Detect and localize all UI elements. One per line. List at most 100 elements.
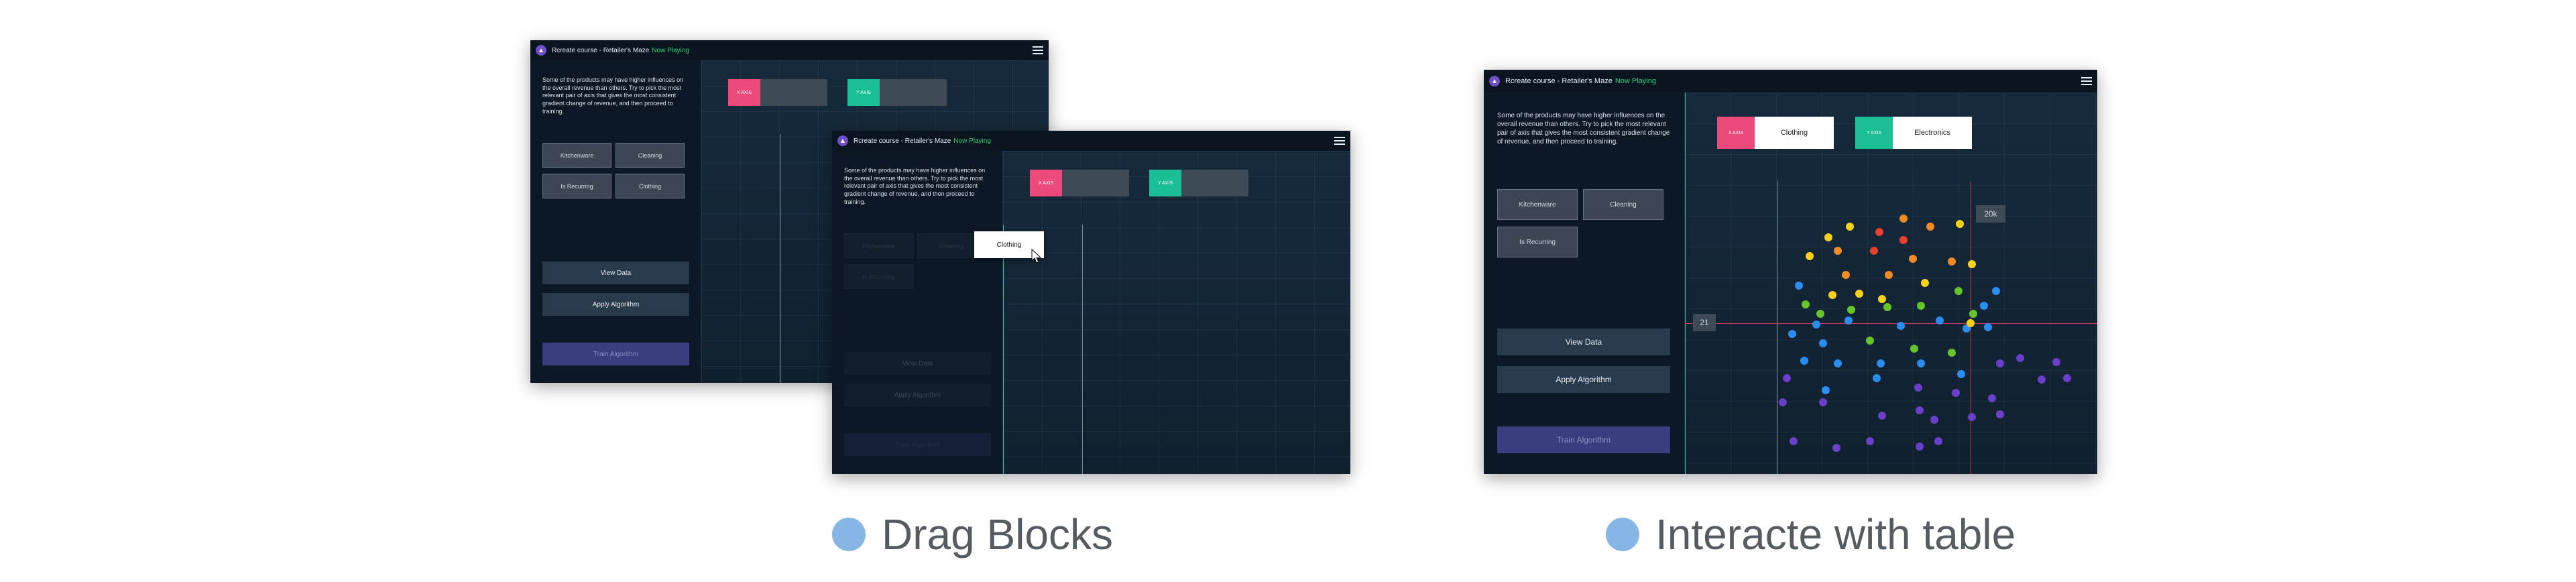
factor-cleaning[interactable]: Cleaning bbox=[616, 143, 685, 168]
scatter-point bbox=[1968, 260, 1976, 268]
scatter-point bbox=[1926, 223, 1934, 231]
scatter-point bbox=[1916, 406, 1924, 414]
y-axis-dropzone[interactable] bbox=[880, 79, 947, 106]
scatter-point bbox=[1828, 291, 1836, 299]
factor-is-recurring[interactable]: Is Recurring bbox=[542, 174, 611, 198]
y-axis-slot[interactable]: Y AXIS bbox=[847, 79, 947, 106]
view-data-button[interactable]: View Data bbox=[844, 352, 991, 375]
y-axis-tag: Y AXIS bbox=[1149, 170, 1181, 196]
scatter-point bbox=[1980, 302, 1988, 310]
scatter-point bbox=[1967, 319, 1975, 327]
top-bar: Rcreate course - Retailer's Maze Now Pla… bbox=[832, 131, 1350, 151]
y-axis-tag: Y AXIS bbox=[847, 79, 880, 106]
scatter-point bbox=[2052, 358, 2060, 366]
now-playing-status: Now Playing bbox=[1615, 77, 1656, 85]
cursor-icon bbox=[1031, 249, 1042, 264]
factor-is-recurring[interactable]: Is Recurring bbox=[844, 264, 913, 289]
chart-area: X AXIS Y AXIS bbox=[1003, 151, 1350, 474]
scatter-point bbox=[1934, 437, 1942, 445]
axis-line-teal bbox=[1003, 225, 1004, 474]
menu-icon[interactable] bbox=[2081, 77, 2092, 85]
scatter-point bbox=[1984, 323, 1992, 331]
scatter-point bbox=[1996, 359, 2004, 367]
intro-text: Some of the products may have higher inf… bbox=[542, 76, 684, 115]
x-axis-slot[interactable]: X AXIS bbox=[1030, 170, 1129, 196]
top-bar: Rcreate course - Retailer's Maze Now Pla… bbox=[530, 40, 1049, 60]
factor-kitchenware[interactable]: Kitchenware bbox=[542, 143, 611, 168]
scatter-point bbox=[1870, 247, 1878, 255]
scatter-point bbox=[2038, 375, 2046, 384]
scatter-point bbox=[1969, 310, 1977, 318]
factor-kitchenware[interactable]: Kitchenware bbox=[844, 233, 913, 258]
scatter-point bbox=[1834, 359, 1842, 367]
scatter-point bbox=[1816, 310, 1824, 318]
now-playing-status: Now Playing bbox=[953, 137, 991, 145]
scatter-point bbox=[1845, 316, 1853, 325]
apply-algorithm-button[interactable]: Apply Algorithm bbox=[1497, 366, 1670, 393]
intro-text: Some of the products may have higher inf… bbox=[1497, 112, 1670, 146]
caption-interact-table: Interacte with table bbox=[1606, 510, 2015, 559]
factor-cleaning[interactable]: Cleaning bbox=[1583, 189, 1663, 220]
scatter-point bbox=[1910, 345, 1918, 353]
train-algorithm-button[interactable]: Train Algorithm bbox=[542, 343, 689, 365]
train-algorithm-button[interactable]: Train Algorithm bbox=[1497, 426, 1670, 453]
axis-line bbox=[780, 134, 781, 383]
scatter-point bbox=[1802, 300, 1810, 308]
app-title: Rcreate course - Retailer's Maze bbox=[854, 137, 951, 145]
scatter-point bbox=[1954, 287, 1963, 295]
intro-text: Some of the products may have higher inf… bbox=[844, 167, 986, 205]
factor-kitchenware[interactable]: Kitchenware bbox=[1497, 189, 1578, 220]
caption-text: Drag Blocks bbox=[882, 510, 1113, 559]
composite-stage: Rcreate course - Retailer's Maze Now Pla… bbox=[0, 0, 2576, 582]
scatter-point bbox=[1873, 374, 1881, 382]
left-panel: Some of the products may have higher inf… bbox=[1484, 93, 1685, 474]
train-algorithm-button[interactable]: Train Algorithm bbox=[844, 433, 991, 456]
scatter-point bbox=[1855, 290, 1863, 298]
scatter-point bbox=[1790, 437, 1798, 445]
view-data-button[interactable]: View Data bbox=[1497, 329, 1670, 355]
scatter-point bbox=[1822, 386, 1830, 394]
scatter-point bbox=[1795, 282, 1803, 290]
scatter-point bbox=[1968, 413, 1976, 421]
scatter-point bbox=[1930, 416, 1938, 424]
y-axis-dropzone[interactable] bbox=[1181, 170, 1248, 196]
scatter-point bbox=[1992, 287, 2000, 295]
scatter-point bbox=[1832, 444, 1840, 452]
view-data-button[interactable]: View Data bbox=[542, 261, 689, 284]
axis-line bbox=[1082, 225, 1083, 474]
scatter-point bbox=[1875, 228, 1883, 236]
x-axis-tag: X AXIS bbox=[728, 79, 760, 106]
scatter-point bbox=[1916, 443, 1924, 451]
scatter-point bbox=[1899, 236, 1908, 244]
factor-is-recurring[interactable]: Is Recurring bbox=[1497, 227, 1578, 257]
dragged-block-label: Clothing bbox=[996, 241, 1022, 249]
chart-area: X AXIS Clothing Y AXIS Electronics 21 20… bbox=[1685, 93, 2097, 474]
menu-icon[interactable] bbox=[1334, 137, 1345, 145]
logo-icon bbox=[837, 135, 848, 146]
scatter-point bbox=[2063, 374, 2071, 382]
scatter-point bbox=[1899, 215, 1908, 223]
menu-icon[interactable] bbox=[1033, 46, 1043, 54]
scatter-point bbox=[1806, 252, 1814, 260]
caption-dot-icon bbox=[832, 518, 866, 551]
scatter-point bbox=[1883, 303, 1891, 311]
scatter-point bbox=[1819, 398, 1827, 406]
scatter-point bbox=[1914, 384, 1922, 392]
x-axis-dropzone[interactable] bbox=[1062, 170, 1129, 196]
x-axis-dropzone[interactable] bbox=[760, 79, 827, 106]
scatter-point bbox=[1788, 330, 1796, 338]
factor-clothing[interactable]: Clothing bbox=[616, 174, 685, 198]
scatter-point bbox=[1866, 437, 1874, 445]
y-axis-slot[interactable]: Y AXIS bbox=[1149, 170, 1248, 196]
top-bar: Rcreate course - Retailer's Maze Now Pla… bbox=[1484, 70, 2097, 93]
scatter-point bbox=[1842, 271, 1850, 279]
scatter-point bbox=[1866, 337, 1874, 345]
x-axis-slot[interactable]: X AXIS bbox=[728, 79, 827, 106]
apply-algorithm-button[interactable]: Apply Algorithm bbox=[542, 293, 689, 316]
scatter-point bbox=[1948, 257, 1956, 266]
apply-algorithm-button[interactable]: Apply Algorithm bbox=[844, 384, 991, 406]
scatter-point bbox=[1819, 339, 1827, 347]
scatter-point bbox=[1846, 223, 1854, 231]
now-playing-status: Now Playing bbox=[652, 46, 689, 54]
caption-drag-blocks: Drag Blocks bbox=[832, 510, 1113, 559]
